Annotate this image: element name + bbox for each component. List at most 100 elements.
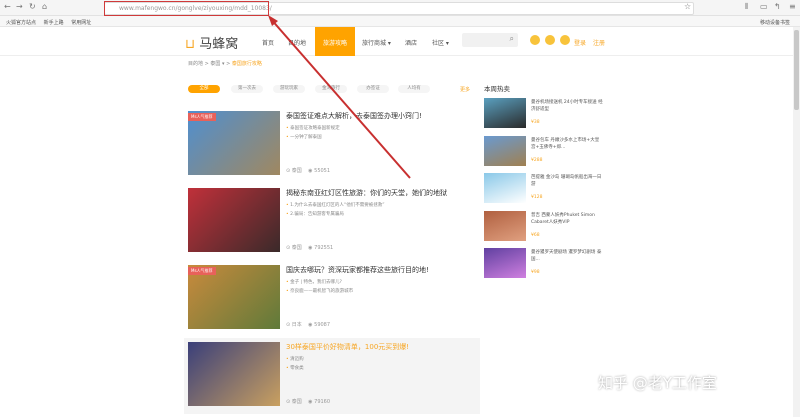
hot-sale-price: ¥38 — [531, 120, 540, 125]
bookmark-item[interactable]: 新手上路 — [44, 16, 64, 26]
article-bullet[interactable]: 1.为什么去泰国红灯区的人“他们不需要被拯救” — [286, 202, 384, 208]
article-bullet[interactable]: 泰国签证攻略泰国新规定 — [286, 125, 340, 131]
weibo-login-icon[interactable] — [530, 35, 540, 45]
hot-sale-price: ¥288 — [531, 157, 543, 163]
filter-pill[interactable]: 全部 — [188, 85, 220, 93]
article-place: 日本 — [291, 322, 302, 328]
hot-sale-image[interactable] — [484, 248, 526, 278]
hot-sale-price: ¥98 — [531, 270, 540, 275]
filter-pill[interactable]: 第一次去 — [231, 85, 263, 93]
register-link[interactable]: 注册 — [593, 38, 605, 47]
site-logo[interactable]: ⊔ 马蜂窝 — [185, 33, 238, 52]
location-icon: ⊙ — [286, 245, 291, 251]
breadcrumb-current: 泰国旅行攻略 — [231, 61, 262, 67]
qq-login-icon[interactable] — [545, 35, 555, 45]
article-views: 55051 — [314, 168, 331, 174]
article-item[interactable]: Ms人气推荐 泰国签证难点大解析，去泰国签办理小窍门! 泰国签证攻略泰国新规定一分钟… — [184, 107, 480, 183]
location-icon: ⊙ — [286, 168, 291, 174]
article-title[interactable]: 揭秘东南亚红灯区性旅游：你们的天堂，她们的地狱 — [286, 188, 447, 198]
login-link[interactable]: 登录 — [574, 38, 586, 47]
bookmarks-bar: 火狐官方站点 新手上路 常用网址 移动设备书签 — [0, 16, 800, 27]
hot-sale-item[interactable]: 曼谷机场接送机 24小时专车接送 经济舒适型 ¥38 — [484, 98, 604, 132]
filter-pill[interactable]: 人均有 — [398, 85, 430, 93]
article-views: 59087 — [314, 322, 331, 328]
filter-pill[interactable]: 办签证 — [357, 85, 389, 93]
bookmark-item[interactable]: 常用网址 — [71, 16, 91, 26]
home-icon[interactable]: ⌂ — [42, 2, 47, 11]
article-place: 泰国 — [291, 245, 302, 251]
search-input[interactable]: ⌕ — [462, 33, 518, 47]
back-icon[interactable]: ← — [4, 2, 11, 11]
views-icon: ◉ — [308, 245, 313, 251]
site-header — [0, 27, 793, 56]
nav-destination[interactable]: 目的地 — [288, 38, 306, 47]
nav-guides[interactable]: 旅游攻略 — [315, 27, 355, 56]
location-icon: ⊙ — [286, 399, 291, 405]
library-icon[interactable]: ⫴ — [745, 2, 748, 12]
undo-icon[interactable]: ↰ — [774, 2, 781, 11]
url-highlight-box — [104, 1, 269, 16]
recommend-badge: Ms人气推荐 — [188, 113, 216, 121]
bookmark-item[interactable]: 火狐官方站点 — [6, 16, 36, 26]
hot-sale-price: ¥68 — [531, 232, 540, 238]
hot-sale-title[interactable]: 曼谷机场接送机 24小时专车接送 经济舒适型 — [531, 99, 603, 113]
search-icon[interactable]: ⌕ — [510, 34, 514, 44]
hot-sale-title[interactable]: 普吉 西蒙人妖秀Phuket Simon Cabaret人妖秀VIP — [531, 212, 603, 226]
scrollbar-thumb[interactable] — [794, 30, 799, 110]
article-bullet[interactable]: 奈良鹿——最机智飞的旅游城市 — [286, 288, 353, 294]
hot-sale-item[interactable]: 普吉 西蒙人妖秀Phuket Simon Cabaret人妖秀VIP ¥68 — [484, 210, 604, 245]
hot-sale-title[interactable]: 芭提雅 金沙岛 珊瑚岛帆船出海一日游 — [531, 174, 603, 188]
hot-sale-image[interactable] — [484, 173, 526, 203]
article-item[interactable]: 30样泰国平价好物清单，100元买到爆! 清迈购零食类 ⊙ 泰国 ◉ 79160 — [184, 338, 480, 414]
article-image[interactable] — [188, 188, 280, 252]
location-icon: ⊙ — [286, 322, 291, 328]
filter-more[interactable]: 更多 — [460, 86, 470, 93]
nav-hotel[interactable]: 酒店 — [405, 38, 417, 47]
article-bullet[interactable]: 金子 | 特色，我们去哪儿? — [286, 279, 342, 285]
article-bullet[interactable]: 2.骗局：告知游客专属骗局 — [286, 211, 344, 217]
article-place: 泰国 — [291, 399, 302, 405]
article-bullet[interactable]: 零食类 — [286, 365, 304, 371]
breadcrumb-item[interactable]: 泰国 ▾ — [210, 61, 224, 67]
reload-icon[interactable]: ↻ — [29, 2, 36, 11]
sidebar-title: 本周热卖 — [484, 85, 510, 93]
article-item[interactable]: 揭秘东南亚红灯区性旅游：你们的天堂，她们的地狱 1.为什么去泰国红灯区的人“他们不… — [184, 184, 480, 260]
bookmark-star-icon[interactable]: ☆ — [684, 2, 691, 11]
filter-pill[interactable]: 金湾旅行 — [315, 85, 347, 93]
views-icon: ◉ — [308, 322, 313, 328]
hot-sale-image[interactable] — [484, 98, 526, 128]
article-bullet[interactable]: 一分钟了解泰国 — [286, 134, 322, 140]
views-icon: ◉ — [308, 399, 313, 405]
watermark: 知乎 @老Y工作室 — [598, 374, 717, 392]
filter-pill[interactable]: 游玩玩家 — [273, 85, 305, 93]
hot-sale-title[interactable]: 曼谷暹罗天使剧场 暹罗梦幻剧场 泰国... — [531, 249, 603, 263]
article-title[interactable]: 30样泰国平价好物清单，100元买到爆! — [286, 342, 409, 352]
hot-sale-title[interactable]: 曼谷包车 丹嫩沙多水上市场+大皇宫+玉佛寺+郑... — [531, 137, 603, 151]
article-views: 792551 — [314, 245, 334, 251]
hot-sale-item[interactable]: 芭提雅 金沙岛 珊瑚岛帆船出海一日游 ¥128 — [484, 173, 604, 207]
hot-sale-price: ¥128 — [531, 195, 543, 200]
article-item[interactable]: Ms人气推荐 国庆去哪玩？资深玩家都推荐这些旅行目的地! 金子 | 特色，我们去哪儿… — [184, 261, 480, 337]
nav-home[interactable]: 首页 — [262, 38, 274, 47]
nav-mall[interactable]: 旅行商城 ▾ — [362, 38, 391, 47]
article-views: 79160 — [314, 399, 331, 405]
breadcrumb-item[interactable]: 目的地 — [188, 61, 203, 67]
hot-sale-image[interactable] — [484, 135, 526, 166]
hot-sale-item[interactable]: 曼谷包车 丹嫩沙多水上市场+大皇宫+玉佛寺+郑... ¥288 — [484, 135, 604, 170]
views-icon: ◉ — [308, 168, 313, 174]
article-title[interactable]: 泰国签证难点大解析，去泰国签办理小窍门! — [286, 111, 422, 121]
hot-sale-item[interactable]: 曼谷暹罗天使剧场 暹罗梦幻剧场 泰国... ¥98 — [484, 248, 604, 282]
nav-community[interactable]: 社区 ▾ — [432, 38, 449, 47]
article-image[interactable] — [188, 342, 280, 406]
wechat-login-icon[interactable] — [560, 35, 570, 45]
logo-text: 马蜂窝 — [199, 37, 239, 52]
logo-icon: ⊔ — [185, 37, 196, 52]
article-title[interactable]: 国庆去哪玩？资深玩家都推荐这些旅行目的地! — [286, 265, 429, 275]
menu-icon[interactable]: ≡ — [789, 2, 796, 11]
sidebar-icon[interactable]: ▭ — [760, 2, 768, 11]
breadcrumb: 目的地 > 泰国 ▾ > 泰国旅行攻略 — [188, 61, 262, 67]
hot-sale-image[interactable] — [484, 210, 526, 241]
forward-icon[interactable]: → — [16, 2, 23, 11]
article-bullet[interactable]: 清迈购 — [286, 356, 304, 362]
mobile-bookmarks[interactable]: 移动设备书签 — [760, 16, 790, 26]
